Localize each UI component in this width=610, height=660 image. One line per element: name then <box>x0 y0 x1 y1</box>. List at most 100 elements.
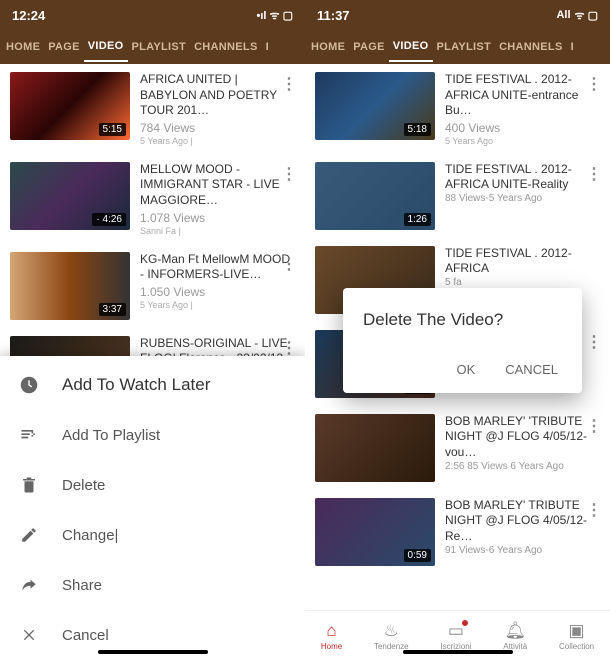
action-sheet: Add To Watch Later Add To Playlist Delet… <box>0 356 305 660</box>
duration-badge: 1:26 <box>404 213 431 226</box>
cancel-button[interactable]: CANCEL <box>505 362 558 377</box>
nav-trending[interactable]: ♨ Tendenze <box>374 621 409 651</box>
video-row[interactable]: 5:15 AFRICA UNITED | BABYLON AND POETRY … <box>0 64 305 154</box>
delete-dialog: Delete The Video? OK CANCEL <box>343 288 582 393</box>
video-age: 91 Views-6 Years Ago <box>445 545 600 556</box>
tab-home[interactable]: HOME <box>307 41 349 53</box>
video-title: TIDE FESTIVAL . 2012-AFRICA UNITE-Realit… <box>445 162 600 193</box>
tab-video[interactable]: VIDEO <box>84 40 128 62</box>
tab-page[interactable]: PAGE <box>44 41 84 53</box>
video-row[interactable]: 1:26 TIDE FESTIVAL . 2012-AFRICA UNITE-R… <box>305 154 610 238</box>
video-thumbnail[interactable] <box>315 414 435 482</box>
video-title: KG-Man Ft MellowM MOOD - INFORMERS-LIVE… <box>140 252 295 283</box>
sheet-change[interactable]: Change| <box>0 510 305 560</box>
trash-icon <box>18 474 40 496</box>
sheet-label: Add To Watch Later <box>62 375 210 395</box>
sheet-label: Delete <box>62 477 105 494</box>
sheet-delete[interactable]: Delete <box>0 460 305 510</box>
more-icon[interactable]: ⋮ <box>281 338 297 358</box>
ok-button[interactable]: OK <box>456 362 475 377</box>
nav-label: Home <box>321 642 342 651</box>
video-thumbnail[interactable]: 3:37 <box>10 252 130 320</box>
status-bar: 12:24 •ıl ᯤ ▢ <box>0 0 305 30</box>
video-views: 400 Views <box>445 121 600 135</box>
video-thumbnail[interactable]: · 4:26 <box>10 162 130 230</box>
video-row[interactable]: 5:18 TIDE FESTIVAL . 2012-AFRICA UNITE-e… <box>305 64 610 154</box>
more-icon[interactable]: ⋮ <box>586 500 602 520</box>
video-row[interactable]: BOB MARLEY' 'TRIBUTE NIGHT @J FLOG 4/05/… <box>305 406 610 490</box>
tab-more[interactable]: I <box>262 41 273 53</box>
video-views: 1.078 Views <box>140 211 295 225</box>
status-icons: •ıl ᯤ ▢ <box>256 8 293 23</box>
video-meta: TIDE FESTIVAL . 2012-AFRICA UNITE-Realit… <box>445 162 600 230</box>
video-title: TIDE FESTIVAL . 2012- AFRICA <box>445 246 600 277</box>
duration-badge: 0:59 <box>404 549 431 562</box>
video-thumbnail[interactable]: 1:26 <box>315 162 435 230</box>
more-icon[interactable]: ⋮ <box>281 254 297 274</box>
video-meta: AFRICA UNITED | BABYLON AND POETRY TOUR … <box>140 72 295 146</box>
tab-more[interactable]: I <box>567 41 578 53</box>
close-icon <box>18 624 40 646</box>
video-title: MELLOW MOOD - IMMIGRANT STAR - LIVE MAGG… <box>140 162 295 209</box>
more-icon[interactable]: ⋮ <box>586 332 602 352</box>
nav-library[interactable]: ▣ Collection <box>559 621 594 651</box>
home-indicator[interactable] <box>98 650 208 654</box>
video-title: BOB MARLEY' 'TRIBUTE NIGHT @J FLOG 4/05/… <box>445 414 600 461</box>
more-icon[interactable]: ⋮ <box>281 74 297 94</box>
tab-channels[interactable]: CHANNELS <box>495 41 567 53</box>
home-indicator[interactable] <box>403 650 513 654</box>
library-icon: ▣ <box>569 621 585 641</box>
video-views: 1.050 Views <box>140 285 295 299</box>
video-meta: BOB MARLEY' 'TRIBUTE NIGHT @J FLOG 4/05/… <box>445 414 600 482</box>
top-tabs[interactable]: HOME PAGE VIDEO PLAYLIST CHANNELS I <box>0 30 305 64</box>
sheet-label: Add To Playlist <box>62 427 160 444</box>
status-time: 11:37 <box>317 8 350 23</box>
nav-home[interactable]: ⌂ Home <box>321 621 342 651</box>
nav-activity[interactable]: 🔔︎ Attività <box>503 621 527 651</box>
home-icon: ⌂ <box>326 621 336 641</box>
video-row[interactable]: 0:59 BOB MARLEY' TRIBUTE NIGHT @J FLOG 4… <box>305 490 610 574</box>
video-thumbnail[interactable]: 5:18 <box>315 72 435 140</box>
playlist-add-icon <box>18 424 40 446</box>
video-title: BOB MARLEY' TRIBUTE NIGHT @J FLOG 4/05/1… <box>445 498 600 545</box>
video-title: TIDE FESTIVAL . 2012-AFRICA UNITE-entran… <box>445 72 600 119</box>
more-icon[interactable]: ⋮ <box>586 416 602 436</box>
duration-badge: 3:37 <box>99 303 126 316</box>
top-tabs[interactable]: HOME PAGE VIDEO PLAYLIST CHANNELS I <box>305 30 610 64</box>
notification-dot <box>462 620 468 626</box>
share-icon <box>18 574 40 596</box>
tab-playlist[interactable]: PLAYLIST <box>128 41 191 53</box>
video-row[interactable]: 3:37 KG-Man Ft MellowM MOOD - INFORMERS-… <box>0 244 305 328</box>
right-screen: 11:37 All ᯤ ▢ HOME PAGE VIDEO PLAYLIST C… <box>305 0 610 660</box>
more-icon[interactable]: ⋮ <box>586 164 602 184</box>
tab-playlist[interactable]: PLAYLIST <box>433 41 496 53</box>
dialog-buttons: OK CANCEL <box>363 356 562 383</box>
video-row[interactable]: · 4:26 MELLOW MOOD - IMMIGRANT STAR - LI… <box>0 154 305 244</box>
video-age: 88 Views-5 Years Ago <box>445 193 600 204</box>
video-meta: BOB MARLEY' TRIBUTE NIGHT @J FLOG 4/05/1… <box>445 498 600 566</box>
duration-badge: 5:18 <box>404 123 431 136</box>
video-age: 5 Years Ago | <box>140 136 295 146</box>
video-title: AFRICA UNITED | BABYLON AND POETRY TOUR … <box>140 72 295 119</box>
video-age: 5 Years Ago | <box>140 300 295 310</box>
video-age: Sanni Fa | <box>140 226 295 236</box>
sheet-watch-later[interactable]: Add To Watch Later <box>0 356 305 410</box>
sheet-add-playlist[interactable]: Add To Playlist <box>0 410 305 460</box>
video-views: 784 Views <box>140 121 295 135</box>
video-meta: KG-Man Ft MellowM MOOD - INFORMERS-LIVE…… <box>140 252 295 320</box>
tab-home[interactable]: HOME <box>2 41 44 53</box>
more-icon[interactable]: ⋮ <box>281 164 297 184</box>
status-time: 12:24 <box>12 8 45 23</box>
video-age: 2:56 85 Views 6 Years Ago <box>445 461 600 472</box>
nav-subscriptions[interactable]: ▭ Iscrizioni <box>440 621 471 651</box>
tab-video[interactable]: VIDEO <box>389 40 433 62</box>
more-icon[interactable]: ⋮ <box>586 74 602 94</box>
nav-label: Collection <box>559 642 594 651</box>
tab-page[interactable]: PAGE <box>349 41 389 53</box>
sheet-share[interactable]: Share <box>0 560 305 610</box>
video-thumbnail[interactable]: 0:59 <box>315 498 435 566</box>
clock-icon <box>18 374 40 396</box>
video-thumbnail[interactable]: 5:15 <box>10 72 130 140</box>
dialog-title: Delete The Video? <box>363 310 562 330</box>
tab-channels[interactable]: CHANNELS <box>190 41 262 53</box>
